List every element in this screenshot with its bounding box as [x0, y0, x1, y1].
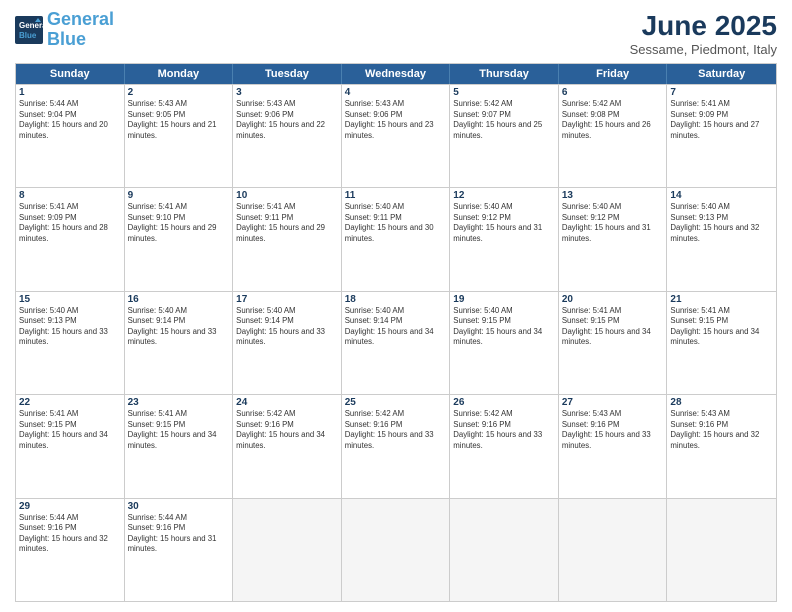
day-1: 1 Sunrise: 5:44 AMSunset: 9:04 PMDayligh… — [16, 85, 125, 187]
empty-cell-3 — [450, 499, 559, 601]
day-27: 27 Sunrise: 5:43 AMSunset: 9:16 PMDaylig… — [559, 395, 668, 497]
day-2: 2 Sunrise: 5:43 AMSunset: 9:05 PMDayligh… — [125, 85, 234, 187]
header-sunday: Sunday — [16, 64, 125, 84]
week-row-4: 22 Sunrise: 5:41 AMSunset: 9:15 PMDaylig… — [16, 394, 776, 497]
empty-cell-5 — [667, 499, 776, 601]
day-19: 19 Sunrise: 5:40 AMSunset: 9:15 PMDaylig… — [450, 292, 559, 394]
day-7: 7 Sunrise: 5:41 AMSunset: 9:09 PMDayligh… — [667, 85, 776, 187]
header-wednesday: Wednesday — [342, 64, 451, 84]
logo-text: GeneralBlue — [47, 10, 114, 50]
header-saturday: Saturday — [667, 64, 776, 84]
day-22: 22 Sunrise: 5:41 AMSunset: 9:15 PMDaylig… — [16, 395, 125, 497]
page: General Blue GeneralBlue June 2025 Sessa… — [0, 0, 792, 612]
day-29: 29 Sunrise: 5:44 AMSunset: 9:16 PMDaylig… — [16, 499, 125, 601]
day-28: 28 Sunrise: 5:43 AMSunset: 9:16 PMDaylig… — [667, 395, 776, 497]
logo-icon: General Blue — [15, 16, 43, 44]
day-17: 17 Sunrise: 5:40 AMSunset: 9:14 PMDaylig… — [233, 292, 342, 394]
day-6: 6 Sunrise: 5:42 AMSunset: 9:08 PMDayligh… — [559, 85, 668, 187]
day-14: 14 Sunrise: 5:40 AMSunset: 9:13 PMDaylig… — [667, 188, 776, 290]
header-tuesday: Tuesday — [233, 64, 342, 84]
title-block: June 2025 Sessame, Piedmont, Italy — [630, 10, 777, 57]
svg-text:Blue: Blue — [19, 31, 37, 40]
day-18: 18 Sunrise: 5:40 AMSunset: 9:14 PMDaylig… — [342, 292, 451, 394]
day-4: 4 Sunrise: 5:43 AMSunset: 9:06 PMDayligh… — [342, 85, 451, 187]
day-3: 3 Sunrise: 5:43 AMSunset: 9:06 PMDayligh… — [233, 85, 342, 187]
svg-text:General: General — [19, 21, 43, 30]
day-20: 20 Sunrise: 5:41 AMSunset: 9:15 PMDaylig… — [559, 292, 668, 394]
header-monday: Monday — [125, 64, 234, 84]
day-26: 26 Sunrise: 5:42 AMSunset: 9:16 PMDaylig… — [450, 395, 559, 497]
day-11: 11 Sunrise: 5:40 AMSunset: 9:11 PMDaylig… — [342, 188, 451, 290]
logo: General Blue GeneralBlue — [15, 10, 114, 50]
day-9: 9 Sunrise: 5:41 AMSunset: 9:10 PMDayligh… — [125, 188, 234, 290]
day-8: 8 Sunrise: 5:41 AMSunset: 9:09 PMDayligh… — [16, 188, 125, 290]
day-12: 12 Sunrise: 5:40 AMSunset: 9:12 PMDaylig… — [450, 188, 559, 290]
day-10: 10 Sunrise: 5:41 AMSunset: 9:11 PMDaylig… — [233, 188, 342, 290]
day-21: 21 Sunrise: 5:41 AMSunset: 9:15 PMDaylig… — [667, 292, 776, 394]
week-row-2: 8 Sunrise: 5:41 AMSunset: 9:09 PMDayligh… — [16, 187, 776, 290]
day-25: 25 Sunrise: 5:42 AMSunset: 9:16 PMDaylig… — [342, 395, 451, 497]
empty-cell-1 — [233, 499, 342, 601]
day-13: 13 Sunrise: 5:40 AMSunset: 9:12 PMDaylig… — [559, 188, 668, 290]
day-23: 23 Sunrise: 5:41 AMSunset: 9:15 PMDaylig… — [125, 395, 234, 497]
calendar-header: Sunday Monday Tuesday Wednesday Thursday… — [16, 64, 776, 84]
calendar: Sunday Monday Tuesday Wednesday Thursday… — [15, 63, 777, 602]
day-30: 30 Sunrise: 5:44 AMSunset: 9:16 PMDaylig… — [125, 499, 234, 601]
location-subtitle: Sessame, Piedmont, Italy — [630, 42, 777, 57]
day-5: 5 Sunrise: 5:42 AMSunset: 9:07 PMDayligh… — [450, 85, 559, 187]
calendar-body: 1 Sunrise: 5:44 AMSunset: 9:04 PMDayligh… — [16, 84, 776, 601]
week-row-1: 1 Sunrise: 5:44 AMSunset: 9:04 PMDayligh… — [16, 84, 776, 187]
header: General Blue GeneralBlue June 2025 Sessa… — [15, 10, 777, 57]
header-friday: Friday — [559, 64, 668, 84]
header-thursday: Thursday — [450, 64, 559, 84]
week-row-5: 29 Sunrise: 5:44 AMSunset: 9:16 PMDaylig… — [16, 498, 776, 601]
week-row-3: 15 Sunrise: 5:40 AMSunset: 9:13 PMDaylig… — [16, 291, 776, 394]
month-title: June 2025 — [630, 10, 777, 42]
day-15: 15 Sunrise: 5:40 AMSunset: 9:13 PMDaylig… — [16, 292, 125, 394]
day-16: 16 Sunrise: 5:40 AMSunset: 9:14 PMDaylig… — [125, 292, 234, 394]
day-24: 24 Sunrise: 5:42 AMSunset: 9:16 PMDaylig… — [233, 395, 342, 497]
empty-cell-4 — [559, 499, 668, 601]
empty-cell-2 — [342, 499, 451, 601]
